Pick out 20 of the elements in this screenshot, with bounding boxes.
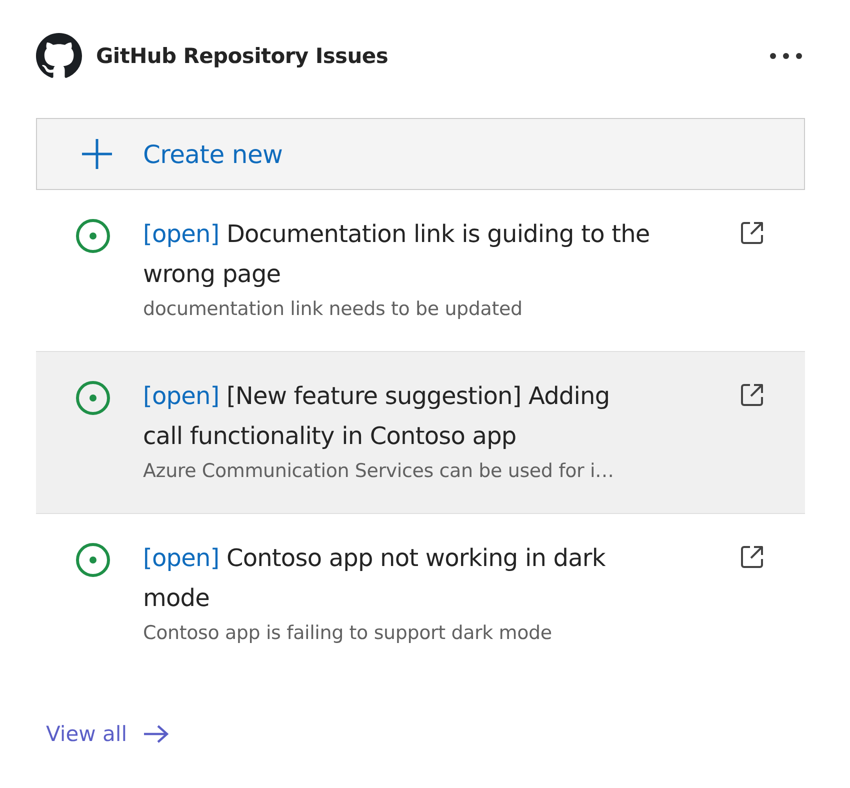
arrow-right-icon xyxy=(143,724,170,744)
issue-title: [open] Contoso app not working in dark mode xyxy=(143,543,606,614)
issue-item[interactable]: [open] [New feature suggestion] Adding call functionality in Contoso app Azure Communication Services can be used for i… xyxy=(36,352,805,514)
open-status-icon xyxy=(75,380,111,416)
create-new-button[interactable]: Create new xyxy=(36,118,805,190)
plus-icon xyxy=(81,138,113,170)
external-link-icon[interactable] xyxy=(739,220,765,246)
issue-description: Azure Communication Services can be used for i… xyxy=(143,460,615,482)
issue-title: [open] Documentation link is guiding to the wrong page xyxy=(143,219,651,290)
issue-description: documentation link needs to be updated xyxy=(143,298,524,320)
external-link-icon[interactable] xyxy=(739,544,765,570)
issue-title: [open] [New feature suggestion] Adding call functionality in Contoso app xyxy=(143,381,611,452)
more-icon xyxy=(769,52,803,60)
issue-description: Contoso app is failing to support dark mode xyxy=(143,622,553,644)
open-status-icon xyxy=(75,542,111,578)
open-status-icon xyxy=(75,218,111,254)
view-all-link[interactable]: View all xyxy=(46,722,170,746)
external-link-icon[interactable] xyxy=(739,382,765,408)
widget-title: GitHub Repository Issues xyxy=(96,44,390,68)
github-logo-icon xyxy=(36,33,82,79)
